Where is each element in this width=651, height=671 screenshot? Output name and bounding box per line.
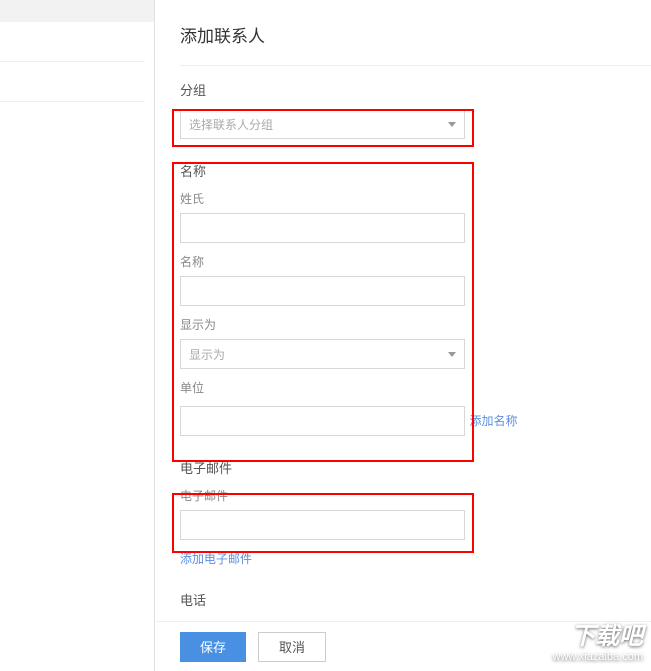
display-as-label: 显示为 bbox=[180, 316, 651, 333]
given-name-input[interactable] bbox=[180, 276, 465, 306]
email-input[interactable] bbox=[180, 510, 465, 540]
add-email-link[interactable]: 添加电子邮件 bbox=[180, 550, 252, 567]
page-title: 添加联系人 bbox=[156, 0, 651, 65]
org-input[interactable] bbox=[180, 406, 465, 436]
add-name-link[interactable]: 添加名称 bbox=[469, 412, 517, 429]
surname-label: 姓氏 bbox=[180, 190, 651, 207]
display-as-placeholder: 显示为 bbox=[189, 346, 225, 363]
sidebar-item[interactable] bbox=[0, 22, 145, 62]
form-content: 分组 选择联系人分组 名称 姓氏 名称 显示为 显示为 单位 添加名称 电子邮件… bbox=[156, 58, 651, 621]
surname-input[interactable] bbox=[180, 213, 465, 243]
group-select[interactable]: 选择联系人分组 bbox=[180, 109, 465, 139]
section-name-header: 名称 bbox=[180, 161, 651, 180]
sidebar bbox=[0, 22, 155, 671]
section-email-header: 电子邮件 bbox=[180, 458, 651, 477]
display-as-select[interactable]: 显示为 bbox=[180, 339, 465, 369]
section-phone-header: 电话 bbox=[180, 590, 651, 609]
given-name-label: 名称 bbox=[180, 253, 651, 270]
group-select-placeholder: 选择联系人分组 bbox=[189, 116, 273, 133]
main-panel: 添加联系人 分组 选择联系人分组 名称 姓氏 名称 显示为 显示为 单位 添加名… bbox=[156, 0, 651, 671]
chevron-down-icon bbox=[448, 352, 456, 357]
email-label: 电子邮件 bbox=[180, 487, 651, 504]
org-label: 单位 bbox=[180, 379, 651, 396]
cancel-button[interactable]: 取消 bbox=[258, 632, 326, 662]
footer-bar: 保存 取消 bbox=[156, 621, 651, 671]
save-button[interactable]: 保存 bbox=[180, 632, 246, 662]
section-group-header: 分组 bbox=[180, 80, 651, 99]
sidebar-item[interactable] bbox=[0, 62, 145, 102]
chevron-down-icon bbox=[448, 122, 456, 127]
sidebar-header bbox=[0, 0, 155, 22]
